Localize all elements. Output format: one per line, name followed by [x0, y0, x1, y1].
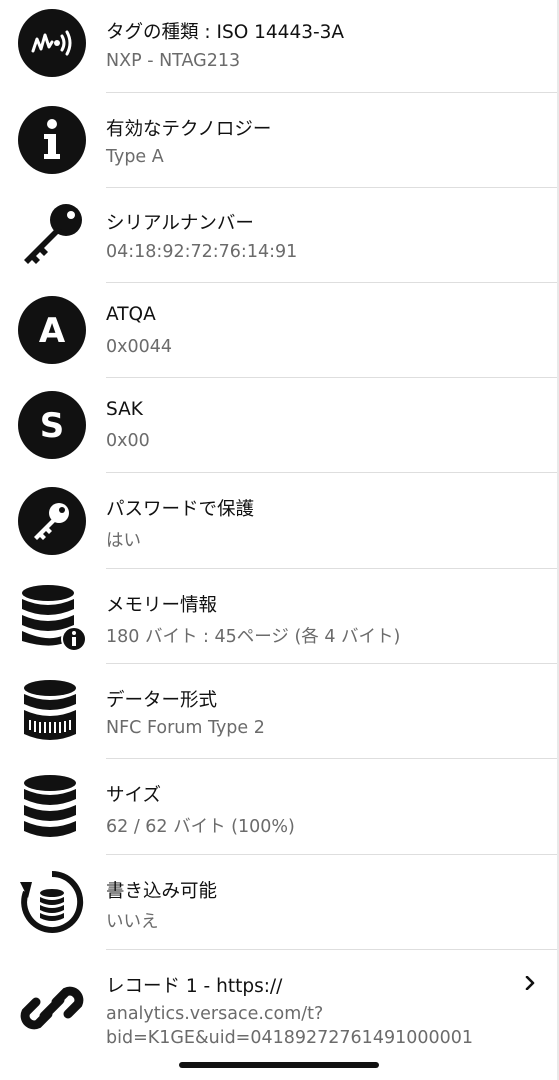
row-value: 0x00 — [106, 431, 150, 451]
row-title: メモリー情報 — [106, 595, 218, 616]
row-data-format: データー形式 NFC Forum Type 2 — [0, 664, 559, 758]
row-title: パスワードで保護 — [106, 499, 255, 520]
row-title: SAK — [106, 399, 143, 420]
row-value: 04:18:92:72:76:14:91 — [106, 242, 298, 262]
row-memory-info: メモリー情報 180 バイト : 45ページ (各 4 バイト) — [0, 569, 559, 663]
row-sak: S SAK 0x00 — [0, 378, 559, 472]
row-value: NFC Forum Type 2 — [106, 718, 265, 738]
record-title: レコード 1 - https:// — [106, 976, 283, 997]
row-value: はい — [106, 531, 141, 551]
row-title: 書き込み可能 — [106, 881, 218, 902]
home-indicator[interactable] — [179, 1062, 379, 1068]
row-password-protected: パスワードで保護 はい — [0, 473, 559, 568]
row-title: サイズ — [106, 785, 161, 806]
row-tag-type: タグの種類 : ISO 14443-3A NXP - NTAG213 — [0, 0, 559, 92]
row-title: データー形式 — [106, 690, 218, 711]
row-title: タグの種類 : ISO 14443-3A — [106, 22, 345, 43]
key-circle-icon — [18, 487, 86, 555]
row-writable: 書き込み可能 いいえ — [0, 855, 559, 949]
key-icon — [18, 200, 86, 268]
row-record-1[interactable]: レコード 1 - https:// analytics.versace.com/… — [0, 950, 559, 1060]
letter-a-icon: A — [18, 296, 86, 364]
row-title: ATQA — [106, 304, 156, 325]
row-serial-number: シリアルナンバー 04:18:92:72:76:14:91 — [0, 188, 559, 282]
database-icon — [18, 773, 86, 841]
row-title: シリアルナンバー — [106, 213, 254, 234]
row-value: 62 / 62 バイト (100%) — [106, 817, 295, 837]
database-info-icon — [18, 583, 86, 651]
row-value: 0x0044 — [106, 337, 173, 357]
row-value: 180 バイト : 45ページ (各 4 バイト) — [106, 627, 401, 647]
row-value: NXP - NTAG213 — [106, 51, 241, 71]
row-atqa: A ATQA 0x0044 — [0, 283, 559, 377]
record-value-line2: bid=K1GE&uid=04189272761491000001 — [106, 1028, 474, 1048]
letter-s-icon: S — [18, 391, 86, 459]
svg-text:A: A — [39, 311, 66, 351]
row-size: サイズ 62 / 62 バイト (100%) — [0, 759, 559, 854]
chevron-right-icon — [523, 975, 537, 991]
nfc-tag-icon — [18, 9, 86, 77]
row-technology: 有効なテクノロジー Type A — [0, 93, 559, 187]
info-icon — [18, 106, 86, 174]
row-value: いいえ — [106, 912, 159, 932]
row-title: 有効なテクノロジー — [106, 119, 272, 140]
database-format-icon — [18, 678, 86, 746]
database-refresh-icon — [18, 868, 86, 936]
record-value-line1: analytics.versace.com/t? — [106, 1004, 324, 1024]
link-icon — [18, 974, 86, 1042]
svg-text:S: S — [40, 406, 65, 446]
row-value: Type A — [106, 147, 164, 167]
